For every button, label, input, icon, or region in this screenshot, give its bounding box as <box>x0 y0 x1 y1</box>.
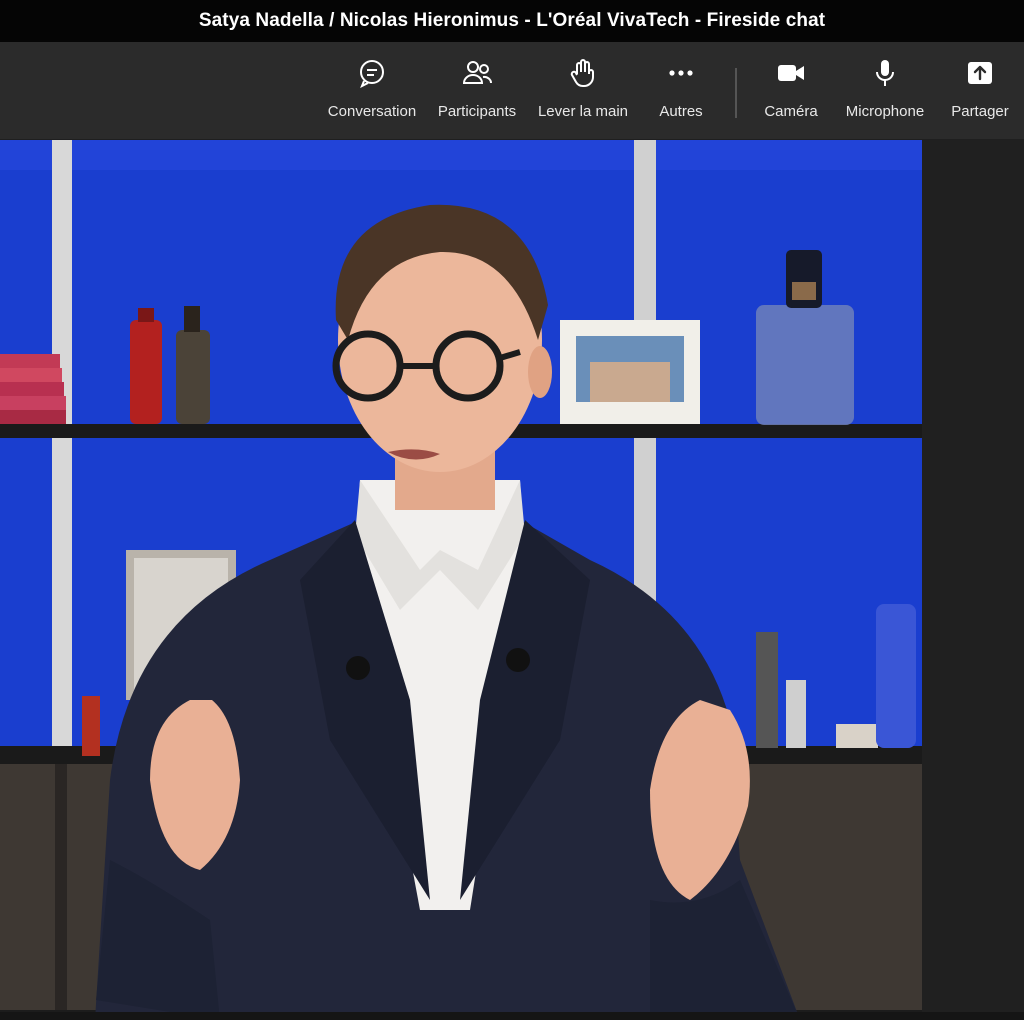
participants-button[interactable]: Participants <box>432 42 522 139</box>
microphone-label: Microphone <box>845 102 925 120</box>
microphone-icon <box>870 59 900 93</box>
share-label: Partager <box>951 102 1009 120</box>
more-dots-icon <box>666 62 696 93</box>
toolbar-divider <box>735 68 737 118</box>
conversation-label: Conversation <box>327 102 417 120</box>
share-button[interactable]: Partager <box>942 42 1018 139</box>
raise-hand-label: Lever la main <box>537 102 629 120</box>
window-title-bar: Satya Nadella / Nicolas Hieronimus - L'O… <box>0 0 1024 42</box>
camera-label: Caméra <box>764 102 818 120</box>
chat-bubble-icon <box>357 59 387 93</box>
meeting-title: Satya Nadella / Nicolas Hieronimus - L'O… <box>198 10 826 31</box>
raise-hand-icon <box>568 58 598 93</box>
video-stage <box>0 140 922 1020</box>
participants-label: Participants <box>437 102 517 120</box>
more-button[interactable]: Autres <box>646 42 716 139</box>
people-icon <box>462 60 493 93</box>
meeting-toolbar: Conversation Participants Lever la main … <box>0 42 1024 139</box>
speaker-video-feed <box>0 140 922 1020</box>
raise-hand-button[interactable]: Lever la main <box>532 42 634 139</box>
video-camera-icon <box>776 62 806 93</box>
conversation-button[interactable]: Conversation <box>322 42 422 139</box>
side-panel <box>922 140 1024 1020</box>
bottom-edge <box>0 1012 1024 1020</box>
share-tray-icon <box>965 61 995 93</box>
more-label: Autres <box>659 102 703 120</box>
microphone-button[interactable]: Microphone <box>838 42 932 139</box>
camera-button[interactable]: Caméra <box>755 42 827 139</box>
